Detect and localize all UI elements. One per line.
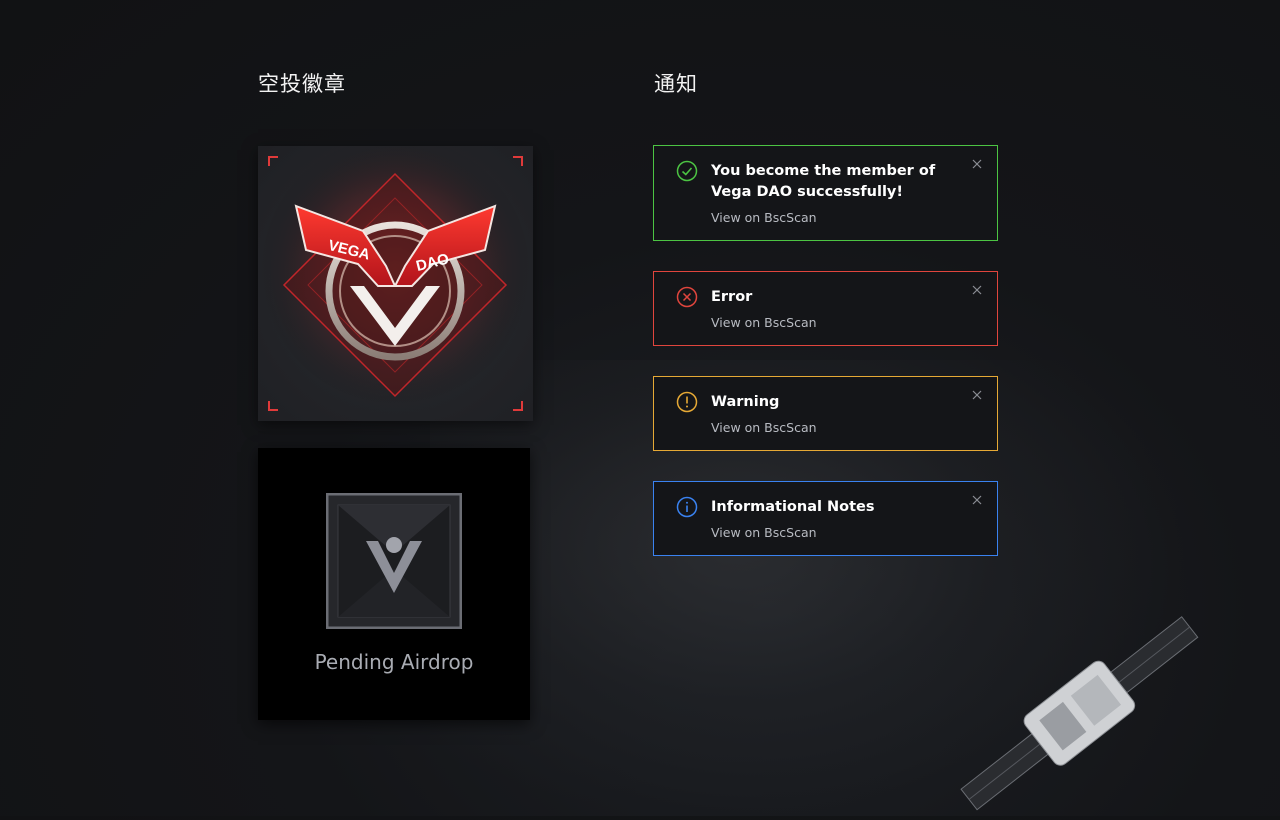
close-icon[interactable] — [971, 389, 983, 401]
pending-airdrop-card[interactable]: Pending Airdrop — [258, 448, 530, 720]
view-on-bscscan-link[interactable]: View on BscScan — [711, 210, 817, 225]
notification-title: You become the member of Vega DAO succes… — [711, 163, 936, 200]
notification-title: Error — [711, 289, 753, 305]
satellite-illustration — [960, 616, 1199, 811]
vega-placeholder-icon — [326, 493, 462, 629]
info-circle-icon — [676, 496, 698, 518]
notification-success: You become the member of Vega DAO succes… — [653, 145, 998, 241]
close-icon[interactable] — [971, 494, 983, 506]
badges-section-title: 空投徽章 — [258, 72, 346, 96]
notification-title: Informational Notes — [711, 499, 875, 515]
check-circle-icon — [676, 160, 698, 182]
pending-airdrop-label: Pending Airdrop — [314, 650, 474, 674]
notification-warning: Warning View on BscScan — [653, 376, 998, 451]
close-icon[interactable] — [971, 284, 983, 296]
view-on-bscscan-link[interactable]: View on BscScan — [711, 525, 817, 540]
notifications-section-title: 通知 — [654, 72, 698, 96]
close-icon[interactable] — [971, 158, 983, 170]
notification-error: Error View on BscScan — [653, 271, 998, 346]
exclamation-circle-icon — [676, 391, 698, 413]
vega-dao-badge-card[interactable]: VEGA DAO — [258, 146, 533, 421]
view-on-bscscan-link[interactable]: View on BscScan — [711, 420, 817, 435]
view-on-bscscan-link[interactable]: View on BscScan — [711, 315, 817, 330]
notification-info: Informational Notes View on BscScan — [653, 481, 998, 556]
vega-dao-badge-icon: VEGA DAO — [258, 146, 533, 421]
x-circle-icon — [676, 286, 698, 308]
notification-title: Warning — [711, 394, 780, 410]
